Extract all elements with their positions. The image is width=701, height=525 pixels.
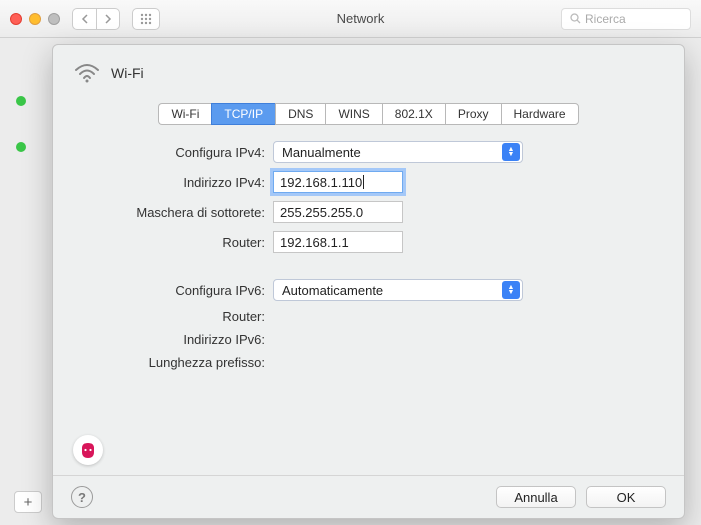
tab-8021x[interactable]: 802.1X — [382, 103, 445, 125]
wifi-icon — [73, 59, 101, 87]
ipv4-address-label: Indirizzo IPv4: — [113, 175, 273, 190]
router-ipv6-label: Router: — [113, 309, 273, 324]
ipv6-address-label: Indirizzo IPv6: — [113, 332, 273, 347]
configure-ipv4-select[interactable]: Manualmente ▲▼ — [273, 141, 523, 163]
sidebar — [16, 96, 38, 188]
tab-tcpip[interactable]: TCP/IP — [211, 103, 275, 125]
search-placeholder: Ricerca — [585, 12, 626, 26]
ok-button[interactable]: OK — [586, 486, 666, 508]
configure-ipv6-select[interactable]: Automaticamente ▲▼ — [273, 279, 523, 301]
ipv4-address-input[interactable]: 192.168.1.110 — [273, 171, 403, 193]
cancel-button[interactable]: Annulla — [496, 486, 576, 508]
zoom-window-button[interactable] — [48, 13, 60, 25]
configure-ipv4-label: Configura IPv4: — [113, 145, 273, 160]
app-badge-icon — [73, 435, 103, 465]
tab-bar: Wi-FiTCP/IPDNSWINS802.1XProxyHardware — [73, 103, 664, 125]
window-title: Network — [168, 11, 553, 26]
tab-hardware[interactable]: Hardware — [501, 103, 579, 125]
subnet-mask-input[interactable]: 255.255.255.0 — [273, 201, 403, 223]
minimize-window-button[interactable] — [29, 13, 41, 25]
subnet-mask-label: Maschera di sottorete: — [113, 205, 273, 220]
router-input[interactable]: 192.168.1.1 — [273, 231, 403, 253]
tab-dns[interactable]: DNS — [275, 103, 325, 125]
tab-wifi[interactable]: Wi-Fi — [158, 103, 211, 125]
traffic-lights — [10, 13, 60, 25]
show-all-button[interactable] — [132, 8, 160, 30]
chevron-updown-icon: ▲▼ — [502, 281, 520, 299]
configure-ipv6-label: Configura IPv6: — [113, 283, 273, 298]
sheet-title: Wi-Fi — [111, 65, 144, 81]
chevron-updown-icon: ▲▼ — [502, 143, 520, 161]
tab-proxy[interactable]: Proxy — [445, 103, 501, 125]
advanced-sheet: Wi-Fi Wi-FiTCP/IPDNSWINS802.1XProxyHardw… — [52, 44, 685, 519]
router-label: Router: — [113, 235, 273, 250]
prefix-length-label: Lunghezza prefisso: — [113, 355, 273, 370]
tab-wins[interactable]: WINS — [325, 103, 381, 125]
connection-status-dot — [16, 96, 26, 106]
window-toolbar: Network Ricerca — [0, 0, 701, 38]
add-service-button[interactable]: + — [14, 491, 42, 513]
close-window-button[interactable] — [10, 13, 22, 25]
search-icon — [570, 13, 581, 24]
back-button[interactable] — [72, 8, 96, 30]
help-button[interactable]: ? — [71, 486, 93, 508]
search-field[interactable]: Ricerca — [561, 8, 691, 30]
forward-button[interactable] — [96, 8, 120, 30]
connection-status-dot — [16, 142, 26, 152]
